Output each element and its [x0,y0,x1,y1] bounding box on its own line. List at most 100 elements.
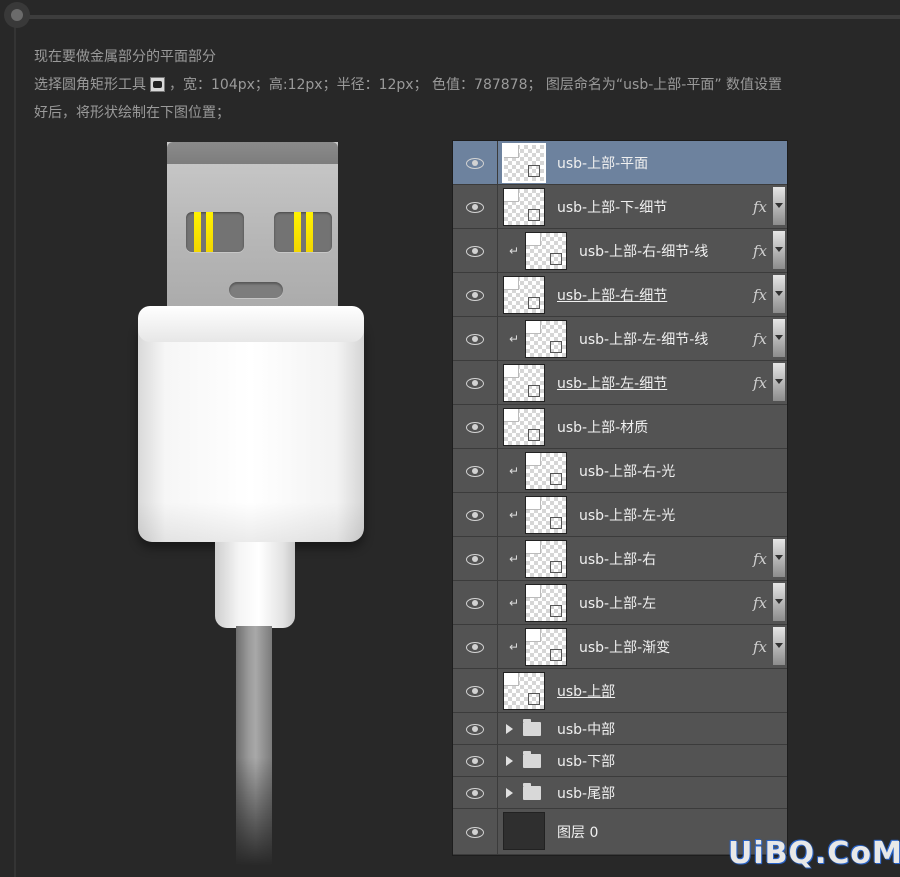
visibility-toggle[interactable] [453,449,498,492]
fx-icon[interactable]: fx [753,286,767,304]
visibility-toggle[interactable] [453,185,498,228]
eye-icon[interactable] [466,201,484,213]
layer-group-row[interactable]: usb-下部 [453,745,787,777]
layer-row[interactable]: usb-上部 [453,669,787,713]
layer-name[interactable]: usb-上部-下-细节 [557,197,667,217]
eye-icon[interactable] [466,289,484,301]
layer-thumbnail[interactable] [525,452,567,490]
layer-name[interactable]: usb-上部 [557,681,615,701]
layer-row[interactable]: ↵ usb-上部-左-光 [453,493,787,537]
layer-name[interactable]: usb-上部-右 [579,549,656,569]
fx-icon[interactable]: fx [753,594,767,612]
layer-thumbnail[interactable] [525,584,567,622]
eye-icon[interactable] [466,377,484,389]
fx-icon[interactable]: fx [753,198,767,216]
layer-thumbnail[interactable] [525,232,567,270]
visibility-toggle[interactable] [453,745,498,776]
layer-name[interactable]: usb-上部-材质 [557,417,648,437]
eye-icon[interactable] [466,641,484,653]
eye-icon[interactable] [466,465,484,477]
group-name[interactable]: usb-尾部 [557,783,615,803]
layer-name[interactable]: usb-上部-左 [579,593,656,613]
layer-thumbnail[interactable] [503,672,545,710]
fx-icon[interactable]: fx [753,242,767,260]
visibility-toggle[interactable] [453,141,498,184]
visibility-toggle[interactable] [453,537,498,580]
layer-row[interactable]: usb-上部-下-细节 fx [453,185,787,229]
layer-row[interactable]: usb-上部-材质 [453,405,787,449]
eye-icon[interactable] [466,509,484,521]
effects-expand-icon[interactable] [773,319,785,357]
visibility-toggle[interactable] [453,581,498,624]
visibility-toggle[interactable] [453,625,498,668]
triangle-right-icon[interactable] [506,755,513,766]
layer-name[interactable]: usb-上部-渐变 [579,637,670,657]
eye-icon[interactable] [466,157,484,169]
layer-name[interactable]: usb-上部-左-细节 [557,373,667,393]
effects-expand-icon[interactable] [773,539,785,577]
layer-name[interactable]: usb-上部-右-细节-线 [579,241,708,261]
eye-icon[interactable] [466,723,484,735]
layer-thumbnail[interactable] [503,408,545,446]
layer-thumbnail[interactable] [525,320,567,358]
visibility-toggle[interactable] [453,493,498,536]
eye-icon[interactable] [466,597,484,609]
visibility-toggle[interactable] [453,713,498,744]
group-name[interactable]: usb-中部 [557,719,615,739]
visibility-toggle[interactable] [453,405,498,448]
effects-expand-icon[interactable] [773,583,785,621]
layer-name[interactable]: usb-上部-左-细节-线 [579,329,708,349]
fx-icon[interactable]: fx [753,550,767,568]
layer-name[interactable]: usb-上部-左-光 [579,505,675,525]
layer-thumbnail[interactable] [525,496,567,534]
triangle-right-icon[interactable] [506,723,513,734]
layer-thumbnail[interactable] [503,276,545,314]
visibility-toggle[interactable] [453,809,498,854]
layer-name[interactable]: 图层 0 [557,822,598,842]
layer-row[interactable]: ↵ usb-上部-左-细节-线 fx [453,317,787,361]
effects-expand-icon[interactable] [773,627,785,665]
layer-name[interactable]: usb-上部-右-细节 [557,285,667,305]
triangle-right-icon[interactable] [506,787,513,798]
layer-name[interactable]: usb-上部-右-光 [579,461,675,481]
eye-icon[interactable] [466,245,484,257]
fx-icon[interactable]: fx [753,330,767,348]
layer-row[interactable]: usb-上部-左-细节 fx [453,361,787,405]
eye-icon[interactable] [466,553,484,565]
eye-icon[interactable] [466,787,484,799]
layer-group-row[interactable]: usb-中部 [453,713,787,745]
eye-icon[interactable] [466,826,484,838]
layer-row[interactable]: usb-上部-右-细节 fx [453,273,787,317]
layer-row[interactable]: ↵ usb-上部-渐变 fx [453,625,787,669]
eye-icon[interactable] [466,421,484,433]
fx-icon[interactable]: fx [753,638,767,656]
layer-thumbnail[interactable] [503,364,545,402]
effects-expand-icon[interactable] [773,231,785,269]
visibility-toggle[interactable] [453,669,498,712]
layer-row[interactable]: ↵ usb-上部-左 fx [453,581,787,625]
visibility-toggle[interactable] [453,361,498,404]
effects-expand-icon[interactable] [773,187,785,225]
layer-thumbnail[interactable] [525,628,567,666]
layer-row[interactable]: ↵ usb-上部-右-细节-线 fx [453,229,787,273]
layer-name[interactable]: usb-上部-平面 [557,153,648,173]
eye-icon[interactable] [466,755,484,767]
effects-expand-icon[interactable] [773,275,785,313]
layer-row[interactable]: ↵ usb-上部-右-光 [453,449,787,493]
visibility-toggle[interactable] [453,229,498,272]
layer-thumbnail[interactable] [525,540,567,578]
fx-icon[interactable]: fx [753,374,767,392]
layer-row[interactable]: usb-上部-平面 [453,141,787,185]
layer-group-row[interactable]: usb-尾部 [453,777,787,809]
layer-row[interactable]: ↵ usb-上部-右 fx [453,537,787,581]
effects-expand-icon[interactable] [773,363,785,401]
eye-icon[interactable] [466,333,484,345]
layer-thumbnail[interactable] [503,812,545,850]
visibility-toggle[interactable] [453,777,498,808]
layer-thumbnail[interactable] [503,188,545,226]
visibility-toggle[interactable] [453,273,498,316]
layer-thumbnail[interactable] [502,143,546,183]
group-name[interactable]: usb-下部 [557,751,615,771]
eye-icon[interactable] [466,685,484,697]
visibility-toggle[interactable] [453,317,498,360]
